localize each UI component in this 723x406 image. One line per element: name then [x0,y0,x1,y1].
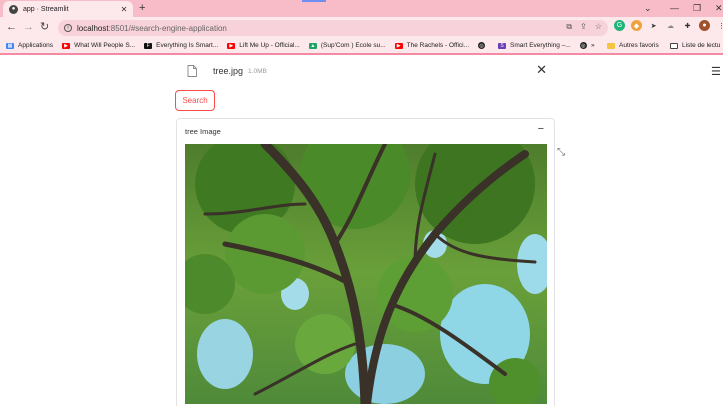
tab-search-icon[interactable]: ⌄ [644,2,652,14]
bookmark-label: Smart Everything –... [510,42,571,49]
youtube-icon: ▶ [394,42,403,49]
url-host: localhost [77,23,109,33]
reading-list-label: Liste de lectu [682,42,721,49]
bookmark-item[interactable]: ▶ The Rachels - Offici... [394,42,470,49]
maximize-icon[interactable]: ❐ [693,2,701,14]
profile-avatar[interactable]: ● [699,20,710,31]
uploaded-file-row: tree.jpg 1.0MB ✕ [187,62,547,80]
bookmark-item[interactable]: ▶ Lift Me Up - Official... [227,42,300,49]
bookmark-item[interactable]: ▶ What Will People S... [62,42,135,49]
address-bar[interactable]: i localhost:8501/#search-engine-applicat… [58,20,608,36]
url-text: localhost:8501/#search-engine-applicatio… [77,24,227,33]
youtube-icon: ▶ [227,42,236,49]
bookmarks-overflow-icon[interactable]: » [591,38,595,53]
bookmark-label: What Will People S... [74,42,136,49]
grammarly-icon[interactable]: G [614,20,625,31]
share-icon[interactable]: ⇪ [580,22,587,32]
browser-menu-icon[interactable]: ⋮ [716,20,723,31]
image-expander: tree Image − [176,118,555,406]
globe-icon: ◎ [478,42,486,49]
tree-image [185,144,547,404]
youtube-icon: ▶ [62,42,71,49]
streamlit-icon: ● [9,4,18,14]
browser-tab-strip: ● app · Streamlit ✕ + ⌄ — ❐ ✕ [0,0,723,17]
expander-title[interactable]: tree Image [185,127,221,136]
close-window-icon[interactable]: ✕ [715,2,723,14]
bookmark-star-icon[interactable]: ☆ [595,22,602,32]
drive-icon: ▲ [308,42,317,49]
bookmark-label: The Rachels - Offici... [406,42,470,49]
bookmark-label: Everything Is Smart... [156,42,219,49]
tab-title: app · Streamlit [23,5,69,13]
forward-arrow-icon[interactable]: → [23,20,34,34]
new-tab-button[interactable]: + [139,2,145,15]
browser-toolbar: ← → ↻ i localhost:8501/#search-engine-ap… [0,17,723,38]
extension-cloud-icon[interactable]: ☁ [665,20,676,31]
reading-list-icon [670,42,678,49]
file-icon [187,65,197,77]
translate-icon[interactable]: ⧉ [566,22,572,32]
bookmark-item[interactable]: ◎ [579,42,591,49]
reading-list[interactable]: Liste de lectu [670,38,720,53]
other-bookmarks-label: Autres favoris [619,42,659,49]
url-path: :8501/#search-engine-application [108,23,227,33]
remove-file-button[interactable]: ✕ [536,63,547,77]
bookmark-item[interactable]: ▲ (Sup'Com ) Ecole su... [308,42,386,49]
extensions-area: G ◆ ➤ ☁ ✚ ● ⋮ [614,20,723,31]
bookmarks-bar: ▦ Applications ▶ What Will People S... F… [0,38,723,53]
extension-arrow-icon[interactable]: ➤ [648,20,659,31]
other-bookmarks-folder[interactable]: Autres favoris [607,38,659,53]
bookmark-label: (Sup'Com ) Ecole su... [320,42,386,49]
extension-shield-icon[interactable]: ◆ [631,20,642,31]
bookmark-label: Applications [18,42,54,49]
minimize-icon[interactable]: — [670,2,679,14]
tab-strip-accent [302,0,326,2]
fullscreen-icon[interactable]: ⤡ [557,147,565,158]
s-logo-icon: S [498,42,507,49]
streamlit-page: ☰ tree.jpg 1.0MB ✕ Search tree Image − ⤡ [0,55,723,406]
reload-icon[interactable]: ↻ [40,20,49,34]
apps-grid-icon: ▦ [6,42,14,49]
search-button[interactable]: Search [175,90,215,111]
bookmark-item[interactable]: S Smart Everything –... [498,42,571,49]
site-info-icon[interactable]: i [64,24,72,32]
bookmark-item[interactable]: ◎ [478,42,489,49]
omnibox-actions: ⧉ ⇪ ☆ [566,22,602,32]
hamburger-menu-icon[interactable]: ☰ [711,65,721,78]
extensions-puzzle-icon[interactable]: ✚ [682,20,693,31]
folder-icon [607,42,615,49]
bookmark-label: Lift Me Up - Official... [239,42,300,49]
bookmark-item[interactable]: ▦ Applications [6,42,53,49]
browser-tab[interactable]: ● app · Streamlit ✕ [3,1,133,17]
close-tab-icon[interactable]: ✕ [118,5,130,14]
file-size: 1.0MB [248,67,267,75]
file-name: tree.jpg [213,66,244,76]
globe-icon: ◎ [579,42,587,49]
f-logo-icon: F [144,42,153,49]
bookmark-item[interactable]: F Everything Is Smart... [144,42,218,49]
back-arrow-icon[interactable]: ← [6,20,17,34]
collapse-icon[interactable]: − [538,123,544,135]
